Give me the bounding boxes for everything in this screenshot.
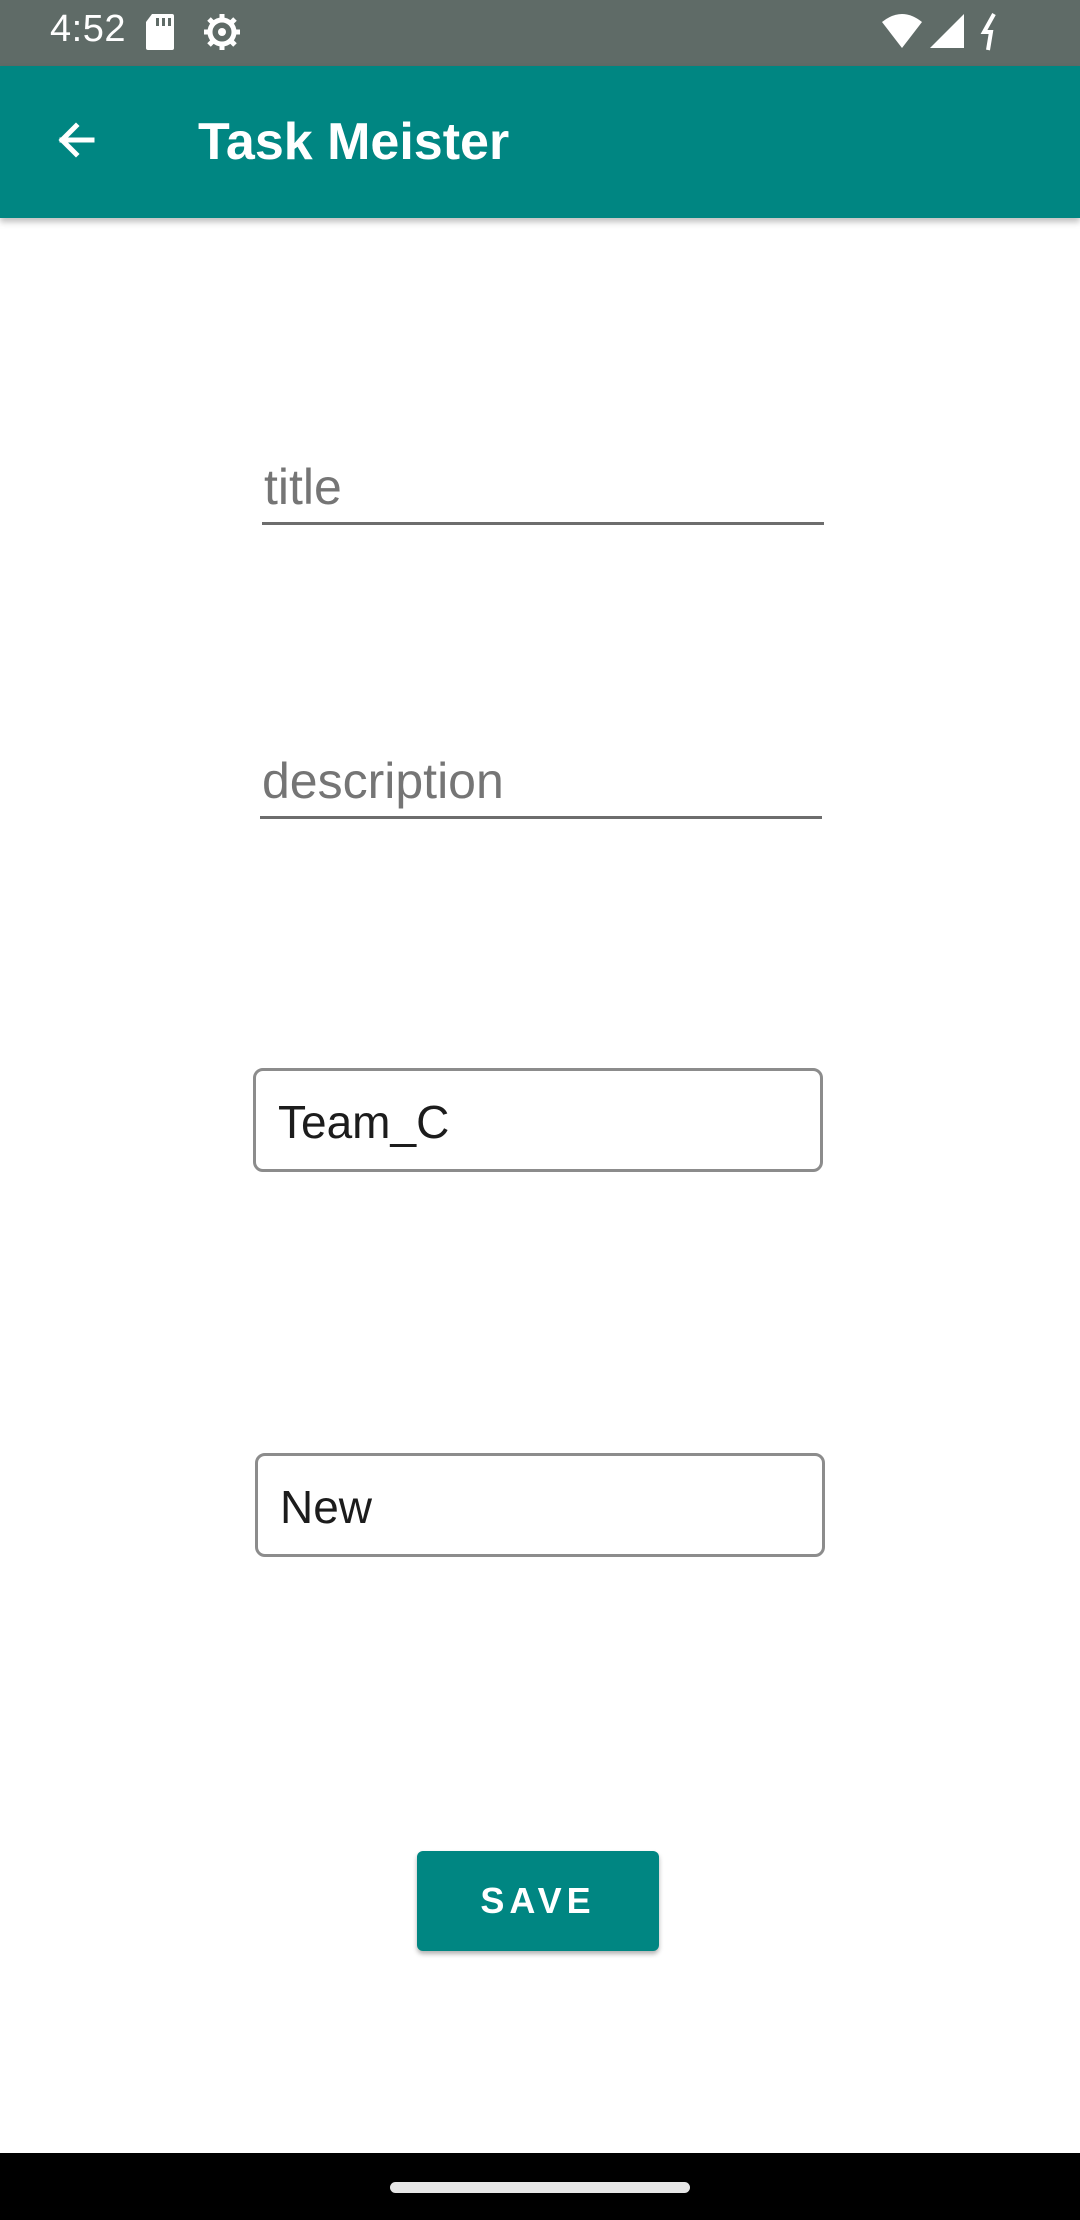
team-field[interactable]: Team_C: [253, 1068, 823, 1172]
page-title: Task Meister: [198, 113, 510, 171]
team-value: Team_C: [278, 1096, 450, 1148]
status-bar: 4:52: [0, 0, 1080, 66]
arrow-back-icon: [52, 116, 100, 169]
battery-icon: [978, 12, 1004, 57]
settings-gear-icon: [202, 12, 242, 57]
title-input[interactable]: [262, 452, 824, 525]
status-field[interactable]: New: [255, 1453, 825, 1557]
save-button[interactable]: SAVE: [417, 1851, 659, 1951]
status-value: New: [280, 1481, 373, 1533]
back-button[interactable]: [38, 104, 114, 180]
home-handle[interactable]: [390, 2182, 690, 2193]
app-bar: Task Meister: [0, 66, 1080, 218]
description-input[interactable]: [260, 746, 822, 819]
wifi-icon: [880, 12, 924, 55]
cell-signal-icon: [928, 12, 966, 55]
status-time: 4:52: [50, 8, 126, 50]
navigation-bar: [0, 2153, 1080, 2220]
sd-card-icon: [144, 12, 176, 57]
